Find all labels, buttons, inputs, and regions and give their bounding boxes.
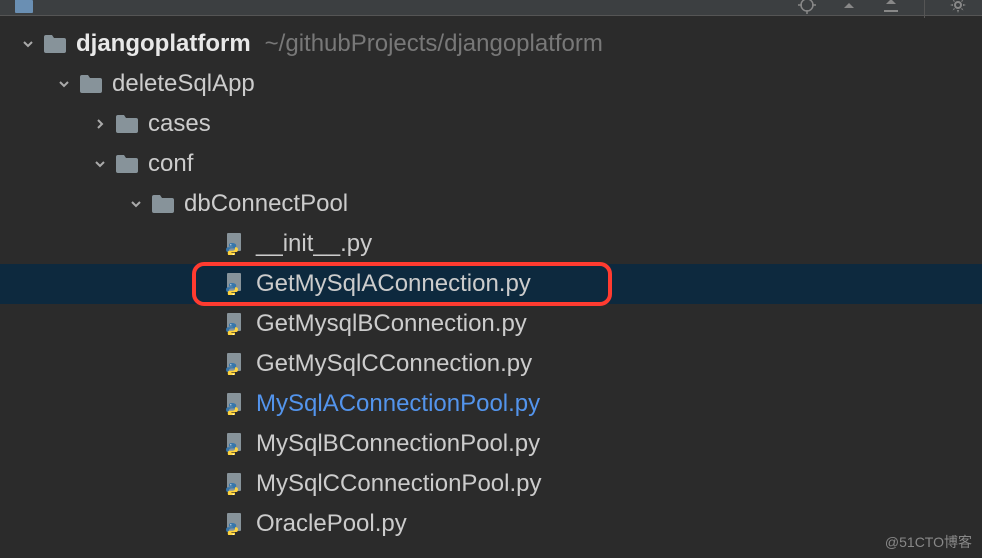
python-file-icon [224, 273, 246, 295]
tree-item-label: deleteSqlApp [112, 64, 255, 104]
folder-icon [152, 195, 174, 213]
watermark: @51CTO博客 [885, 532, 972, 552]
tree-item-label: MySqlCConnectionPool.py [256, 464, 541, 504]
tree-item-label: dbConnectPool [184, 184, 348, 224]
collapse-icon[interactable] [840, 0, 858, 19]
project-icon [15, 0, 33, 18]
folder-icon [80, 75, 102, 93]
toolbar-right [798, 0, 967, 19]
tree-item-cases[interactable]: cases [0, 104, 982, 144]
expand-icon[interactable] [882, 0, 900, 19]
root-path: ~/githubProjects/djangoplatform [265, 24, 603, 64]
target-icon[interactable] [798, 0, 816, 19]
tree-item-label: cases [148, 104, 211, 144]
python-file-icon [224, 313, 246, 335]
tree-item-mysqlcconnectionpool-py[interactable]: MySqlCConnectionPool.py [0, 464, 982, 504]
tree-item-deletesqlapp[interactable]: deleteSqlApp [0, 64, 982, 104]
gear-icon[interactable] [949, 0, 967, 19]
chevron-down-icon[interactable] [90, 158, 110, 170]
tree-item-getmysqlcconnection-py[interactable]: GetMySqlCConnection.py [0, 344, 982, 384]
tree-item-label: MySqlAConnectionPool.py [256, 384, 540, 424]
tree-item-label: GetMysqlBConnection.py [256, 304, 527, 344]
tree-item-getmysqlbconnection-py[interactable]: GetMysqlBConnection.py [0, 304, 982, 344]
chevron-down-icon[interactable] [18, 38, 38, 50]
folder-icon [116, 115, 138, 133]
toolbar-left [15, 0, 33, 18]
python-file-icon [224, 393, 246, 415]
chevron-down-icon[interactable] [126, 198, 146, 210]
root-name: djangoplatform [76, 24, 251, 64]
tree-item-label: GetMySqlAConnection.py [256, 264, 531, 304]
folder-icon [116, 155, 138, 173]
tree-root[interactable]: djangoplatform ~/githubProjects/djangopl… [0, 24, 982, 64]
tree-item-label: OraclePool.py [256, 504, 407, 544]
tree-item-oraclepool-py[interactable]: OraclePool.py [0, 504, 982, 544]
toolbar [0, 0, 982, 16]
python-file-icon [224, 473, 246, 495]
project-tree[interactable]: djangoplatform ~/githubProjects/djangopl… [0, 16, 982, 544]
tree-item-label: conf [148, 144, 193, 184]
tree-item-label: __init__.py [256, 224, 372, 264]
python-file-icon [224, 513, 246, 535]
folder-icon [44, 35, 66, 53]
python-file-icon [224, 233, 246, 255]
python-file-icon [224, 353, 246, 375]
tree-item-mysqlbconnectionpool-py[interactable]: MySqlBConnectionPool.py [0, 424, 982, 464]
chevron-down-icon[interactable] [54, 78, 74, 90]
tree-item-mysqlaconnectionpool-py[interactable]: MySqlAConnectionPool.py [0, 384, 982, 424]
chevron-right-icon[interactable] [90, 118, 110, 130]
tree-item-getmysqlaconnection-py[interactable]: GetMySqlAConnection.py [0, 264, 982, 304]
tree-item-label: GetMySqlCConnection.py [256, 344, 532, 384]
python-file-icon [224, 433, 246, 455]
toolbar-divider [924, 0, 925, 18]
tree-item-conf[interactable]: conf [0, 144, 982, 184]
tree-item-dbconnectpool[interactable]: dbConnectPool [0, 184, 982, 224]
tree-item---init---py[interactable]: __init__.py [0, 224, 982, 264]
tree-item-label: MySqlBConnectionPool.py [256, 424, 540, 464]
